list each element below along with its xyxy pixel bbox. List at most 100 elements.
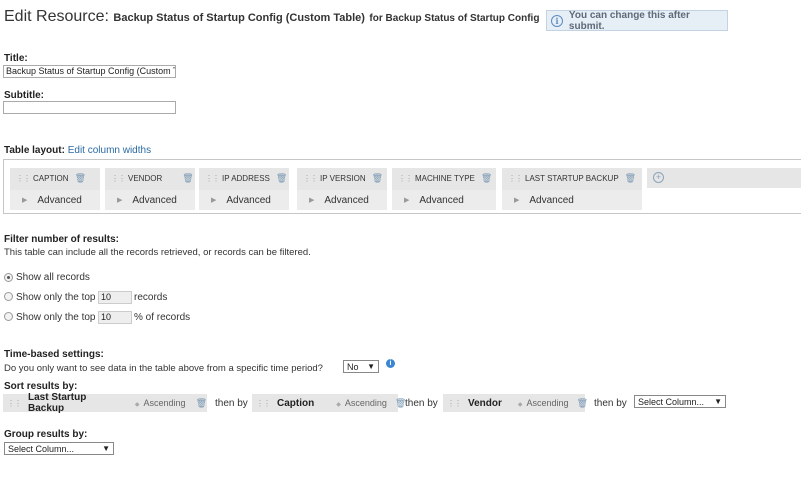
drag-handle-icon[interactable]: ⋮⋮ bbox=[447, 399, 462, 408]
column-name: IP ADDRESS bbox=[222, 173, 270, 183]
trash-icon[interactable]: 🗑 bbox=[196, 398, 207, 409]
radio-show-percent[interactable] bbox=[4, 312, 13, 321]
drag-handle-icon[interactable]: ⋮⋮ bbox=[111, 174, 126, 183]
edit-column-widths-link[interactable]: Edit column widths bbox=[68, 145, 151, 156]
advanced-toggle[interactable]: ▶ Advanced bbox=[502, 190, 642, 210]
sort-select-placeholder: Select Column... bbox=[638, 396, 705, 407]
drag-handle-icon[interactable]: ⋮⋮ bbox=[398, 174, 413, 183]
add-column-area: + bbox=[647, 168, 801, 188]
column-caption[interactable]: ⋮⋮ CAPTION 🗑 ▶ Advanced bbox=[10, 168, 100, 210]
column-name: CAPTION bbox=[33, 173, 69, 183]
expand-triangle-icon: ▶ bbox=[404, 197, 410, 204]
sort-direction[interactable]: ◆ Ascending bbox=[135, 398, 186, 408]
advanced-toggle[interactable]: ▶ Advanced bbox=[105, 190, 195, 210]
sort-item-2[interactable]: ⋮⋮ Caption ◆ Ascending 🗑 bbox=[252, 394, 406, 412]
expand-triangle-icon: ▶ bbox=[309, 197, 315, 204]
resource-name: Backup Status of Startup Config (Custom … bbox=[113, 12, 365, 24]
column-last-startup-backup[interactable]: ⋮⋮ LAST STARTUP BACKUP 🗑 ▶ Advanced bbox=[502, 168, 642, 210]
sort-column-name: Caption bbox=[277, 397, 315, 409]
trash-icon[interactable]: 🗑 bbox=[75, 173, 86, 184]
page-title-prefix: Edit Resource: bbox=[4, 8, 109, 25]
time-settings-label: Time-based settings: bbox=[4, 349, 104, 360]
top-percent-input[interactable]: 10 bbox=[98, 311, 132, 324]
add-column-icon[interactable]: + bbox=[653, 172, 664, 183]
sort-column-name: Last Startup Backup bbox=[28, 392, 87, 414]
advanced-label: Advanced bbox=[324, 194, 369, 206]
show-percent-label: Show only the top bbox=[16, 312, 96, 323]
trash-icon[interactable]: 🗑 bbox=[577, 398, 588, 409]
table-layout-columns: ⋮⋮ CAPTION 🗑 ▶ Advanced ⋮⋮ VENDOR 🗑 ▶ Advanced… bbox=[3, 159, 801, 214]
advanced-toggle[interactable]: ▶ Advanced bbox=[10, 190, 100, 210]
sort-direction[interactable]: ◆ Ascending bbox=[336, 398, 387, 408]
radio-show-all[interactable] bbox=[4, 273, 13, 282]
column-name: VENDOR bbox=[128, 173, 163, 183]
trash-icon[interactable]: 🗑 bbox=[625, 173, 636, 184]
title-input[interactable]: Backup Status of Startup Config (Custom … bbox=[3, 65, 176, 78]
group-column-select[interactable]: Select Column... ▼ bbox=[4, 442, 114, 455]
sort-item-1[interactable]: ⋮⋮ Last Startup Backup ◆ Ascending 🗑 bbox=[3, 392, 207, 414]
radio-show-top[interactable] bbox=[4, 292, 13, 301]
drag-handle-icon[interactable]: ⋮⋮ bbox=[508, 174, 523, 183]
dropdown-arrow-icon: ▼ bbox=[714, 397, 722, 406]
drag-handle-icon[interactable]: ⋮⋮ bbox=[16, 174, 31, 183]
show-all-label: Show all records bbox=[16, 272, 90, 283]
dropdown-arrow-icon: ▼ bbox=[367, 362, 375, 371]
advanced-toggle[interactable]: ▶ Advanced bbox=[392, 190, 496, 210]
resource-for-text: for Backup Status of Startup Config bbox=[369, 13, 540, 24]
column-ip-address[interactable]: ⋮⋮ IP ADDRESS 🗑 ▶ Advanced bbox=[199, 168, 289, 210]
advanced-label: Advanced bbox=[132, 194, 177, 206]
column-name: IP VERSION bbox=[320, 173, 366, 183]
group-label: Group results by: bbox=[4, 429, 88, 440]
column-machine-type[interactable]: ⋮⋮ MACHINE TYPE 🗑 ▶ Advanced bbox=[392, 168, 496, 210]
advanced-label: Advanced bbox=[529, 194, 574, 206]
filter-label: Filter number of results: bbox=[4, 234, 120, 245]
info-icon[interactable]: i bbox=[386, 359, 395, 368]
hint-text: You can change this after submit. bbox=[568, 9, 690, 32]
subtitle-input[interactable] bbox=[3, 101, 176, 114]
trash-icon[interactable]: 🗑 bbox=[182, 173, 193, 184]
page-title: Edit Resource: Backup Status of Startup … bbox=[4, 8, 539, 26]
drag-handle-icon[interactable]: ⋮⋮ bbox=[256, 399, 271, 408]
time-question: Do you only want to see data in the tabl… bbox=[4, 363, 323, 374]
top-percent-suffix: % of records bbox=[134, 312, 191, 323]
expand-triangle-icon: ▶ bbox=[117, 197, 123, 204]
then-by-label: then by bbox=[594, 398, 627, 409]
subtitle-label: Subtitle: bbox=[4, 90, 44, 101]
advanced-label: Advanced bbox=[419, 194, 464, 206]
expand-triangle-icon: ▶ bbox=[211, 197, 217, 204]
column-ip-version[interactable]: ⋮⋮ IP VERSION 🗑 ▶ Advanced bbox=[297, 168, 387, 210]
group-select-placeholder: Select Column... bbox=[8, 443, 75, 454]
column-vendor[interactable]: ⋮⋮ VENDOR 🗑 ▶ Advanced bbox=[105, 168, 195, 210]
advanced-toggle[interactable]: ▶ Advanced bbox=[199, 190, 289, 210]
top-records-input[interactable]: 10 bbox=[98, 291, 132, 304]
sort-column-select[interactable]: Select Column... ▼ bbox=[634, 395, 726, 408]
show-top-label: Show only the top bbox=[16, 292, 96, 303]
trash-icon[interactable]: 🗑 bbox=[481, 173, 492, 184]
then-by-label: then by bbox=[405, 398, 438, 409]
trash-icon[interactable]: 🗑 bbox=[372, 173, 383, 184]
sort-label: Sort results by: bbox=[4, 381, 78, 392]
top-records-suffix: records bbox=[134, 292, 168, 303]
table-layout-row: Table layout: Edit column widths bbox=[4, 145, 151, 156]
filter-description: This table can include all the records r… bbox=[4, 247, 311, 258]
then-by-label: then by bbox=[215, 398, 248, 409]
sort-direction[interactable]: ◆ Ascending bbox=[518, 398, 569, 408]
trash-icon[interactable]: 🗑 bbox=[276, 173, 287, 184]
advanced-label: Advanced bbox=[37, 194, 82, 206]
info-icon: i bbox=[551, 14, 563, 27]
hint-box: i You can change this after submit. bbox=[546, 9, 728, 32]
advanced-label: Advanced bbox=[226, 194, 271, 206]
table-layout-label: Table layout: bbox=[4, 145, 65, 156]
column-name: LAST STARTUP BACKUP bbox=[525, 173, 619, 183]
drag-handle-icon[interactable]: ⋮⋮ bbox=[303, 174, 318, 183]
column-name: MACHINE TYPE bbox=[415, 173, 475, 183]
expand-triangle-icon: ▶ bbox=[514, 197, 520, 204]
title-label: Title: bbox=[4, 53, 28, 64]
expand-triangle-icon: ▶ bbox=[22, 197, 28, 204]
advanced-toggle[interactable]: ▶ Advanced bbox=[297, 190, 387, 210]
sort-item-3[interactable]: ⋮⋮ Vendor ◆ Ascending 🗑 bbox=[443, 394, 588, 412]
drag-handle-icon[interactable]: ⋮⋮ bbox=[7, 399, 22, 408]
time-period-select[interactable]: No ▼ bbox=[343, 360, 379, 373]
sort-column-name: Vendor bbox=[468, 397, 502, 409]
drag-handle-icon[interactable]: ⋮⋮ bbox=[205, 174, 220, 183]
